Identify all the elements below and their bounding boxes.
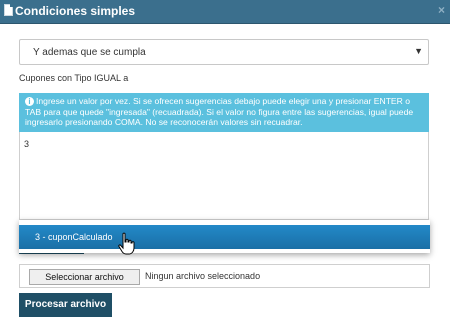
process-file-button[interactable]: Procesar archivo xyxy=(19,293,112,317)
choose-file-button[interactable]: Seleccionar archivo xyxy=(29,269,140,285)
chevron-down-icon: ▼ xyxy=(414,46,423,56)
suggestion-dropdown: 3 - cuponCalculado xyxy=(19,220,430,253)
field-label: Cupones con Tipo IGUAL a xyxy=(19,73,129,83)
suggestion-item[interactable]: 3 - cuponCalculado xyxy=(19,225,430,249)
close-icon[interactable]: × xyxy=(438,3,445,17)
dialog-titlebar: Condiciones simples × xyxy=(0,0,450,24)
info-message: i Ingrese un valor por vez. Si se ofrecen… xyxy=(19,93,429,132)
condition-select[interactable]: Y ademas que se cumpla ▼ xyxy=(19,39,429,65)
suggestion-label: 3 - cuponCalculado xyxy=(35,232,113,242)
info-icon: i xyxy=(25,97,34,107)
document-icon xyxy=(4,4,13,16)
dialog-title: Condiciones simples xyxy=(15,4,136,18)
file-upload: Seleccionar archivo Ningun archivo selec… xyxy=(19,264,430,288)
info-text: Ingrese un valor por vez. Si se ofrecen … xyxy=(25,96,414,127)
hand-cursor-icon xyxy=(118,232,135,255)
textarea-value: 3 xyxy=(24,139,30,149)
file-status: Ningun archivo seleccionado xyxy=(145,271,261,281)
values-textarea[interactable]: 3 xyxy=(19,132,429,220)
condition-select-value: Y ademas que se cumpla xyxy=(33,47,146,58)
